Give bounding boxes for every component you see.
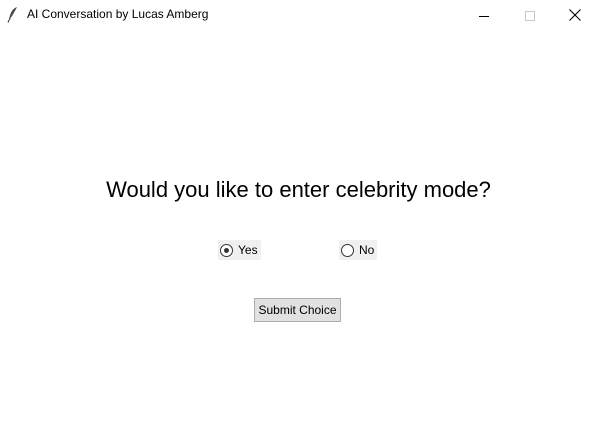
maximize-button[interactable]	[507, 0, 553, 30]
radio-label-yes[interactable]: Yes	[238, 243, 258, 257]
close-button[interactable]	[552, 0, 597, 30]
radio-label-no[interactable]: No	[359, 243, 374, 257]
window-title: AI Conversation by Lucas Amberg	[27, 7, 209, 21]
radio-yes[interactable]: Yes	[218, 240, 261, 260]
app-window: AI Conversation by Lucas Amberg Would yo…	[0, 0, 597, 427]
feather-icon	[6, 6, 20, 23]
close-icon	[569, 6, 581, 25]
radio-circle-selected-icon[interactable]	[220, 243, 233, 257]
main-content: Would you like to enter celebrity mode? …	[0, 30, 597, 427]
minimize-icon	[479, 6, 489, 25]
maximize-icon	[525, 6, 535, 25]
radio-dot-icon	[224, 247, 229, 253]
submit-choice-button[interactable]: Submit Choice	[254, 298, 341, 322]
minimize-button[interactable]	[461, 0, 507, 30]
radio-circle-icon[interactable]	[341, 243, 354, 257]
title-bar[interactable]: AI Conversation by Lucas Amberg	[0, 0, 597, 30]
radio-no[interactable]: No	[339, 240, 378, 260]
question-label: Would you like to enter celebrity mode?	[106, 177, 491, 202]
